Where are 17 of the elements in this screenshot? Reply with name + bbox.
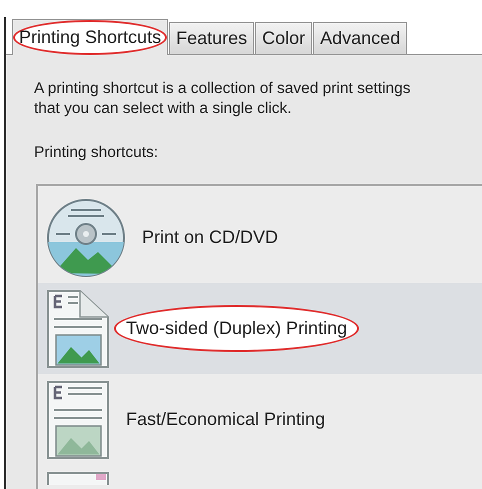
shortcut-label: Two-sided (Duplex) Printing [126,318,348,338]
description-text: A printing shortcut is a collection of saved print settings [34,79,411,99]
tab[interactable]: Printing Shortcuts [12,19,168,55]
tab[interactable]: Features [169,22,254,54]
document-icon [46,471,110,486]
description-text: that you can select with a single click. [34,99,292,119]
disc-icon [46,198,126,278]
duplex-document-icon [46,288,110,369]
shortcut-label: Fast/Economical Printing [126,409,326,430]
tab[interactable]: Color [255,22,312,54]
document-icon [46,380,110,460]
list-label: Printing shortcuts: [34,143,158,163]
shortcut-label: Print on CD/DVD [142,227,278,248]
shortcut-item[interactable]: Fast/Economical Printing [38,374,482,466]
tab[interactable]: Advanced [313,22,408,54]
shortcut-item[interactable]: Print on CD/DVD [38,192,482,284]
shortcut-item[interactable]: Two-sided (Duplex) Printing [38,283,482,374]
